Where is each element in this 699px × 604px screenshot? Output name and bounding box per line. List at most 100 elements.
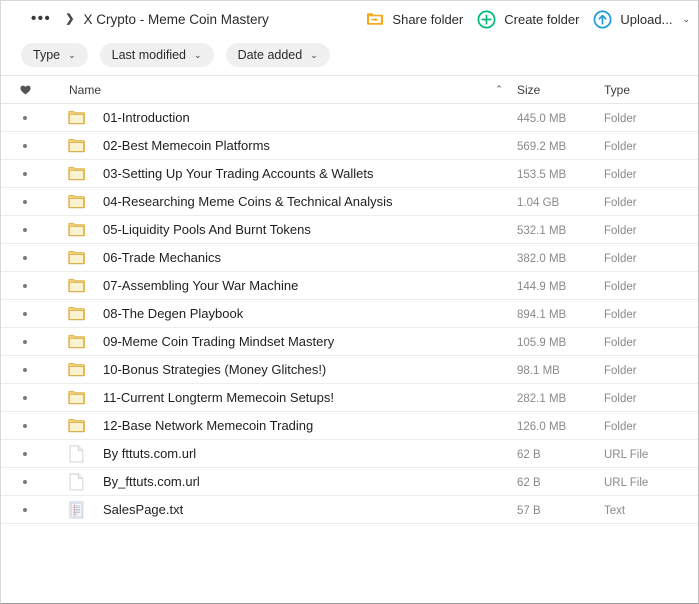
- table-row[interactable]: 05-Liquidity Pools And Burnt Tokens 532.1…: [1, 216, 698, 244]
- share-folder-icon: [366, 11, 384, 27]
- folder-icon: [67, 334, 85, 349]
- row-type-label: Folder: [604, 280, 637, 293]
- toolbar-actions: Share folder Create folder Upload... ⌄: [352, 1, 690, 37]
- row-name-cell[interactable]: 08-The Degen Playbook: [49, 306, 486, 321]
- row-type-cell: Text: [598, 501, 698, 519]
- row-name-label[interactable]: 07-Assembling Your War Machine: [103, 278, 298, 293]
- table-row[interactable]: 10-Bonus Strategies (Money Glitches!) 98.…: [1, 356, 698, 384]
- row-name-label[interactable]: 02-Best Memecoin Platforms: [103, 138, 270, 153]
- row-favorite-toggle[interactable]: [1, 143, 49, 148]
- row-name-label[interactable]: 06-Trade Mechanics: [103, 250, 221, 265]
- row-name-cell[interactable]: 11-Current Longterm Memecoin Setups!: [49, 390, 486, 405]
- table-row[interactable]: 12-Base Network Memecoin Trading 126.0 MB…: [1, 412, 698, 440]
- row-type-label: Folder: [604, 168, 637, 181]
- table-row[interactable]: By_fttuts.com.url 62 B URL File: [1, 468, 698, 496]
- folder-icon: [67, 250, 85, 265]
- row-name-cell[interactable]: By fttuts.com.url: [49, 445, 486, 463]
- table-row[interactable]: 11-Current Longterm Memecoin Setups! 282.…: [1, 384, 698, 412]
- row-favorite-toggle[interactable]: [1, 339, 49, 344]
- row-size-label: 144.9 MB: [517, 280, 567, 293]
- bullet-icon: [23, 451, 27, 456]
- row-type-cell: Folder: [598, 165, 698, 183]
- row-name-label[interactable]: 12-Base Network Memecoin Trading: [103, 418, 313, 433]
- row-name-cell[interactable]: 02-Best Memecoin Platforms: [49, 138, 486, 153]
- row-name-cell[interactable]: 10-Bonus Strategies (Money Glitches!): [49, 362, 486, 377]
- row-name-cell[interactable]: 03-Setting Up Your Trading Accounts & Wa…: [49, 166, 486, 181]
- table-row[interactable]: 02-Best Memecoin Platforms 569.2 MB Folder: [1, 132, 698, 160]
- row-size-label: 62 B: [517, 476, 541, 489]
- row-name-label[interactable]: 10-Bonus Strategies (Money Glitches!): [103, 362, 326, 377]
- row-favorite-toggle[interactable]: [1, 227, 49, 232]
- row-favorite-toggle[interactable]: [1, 311, 49, 316]
- table-row[interactable]: 01-Introduction 445.0 MB Folder: [1, 104, 698, 132]
- folder-icon: [67, 362, 85, 377]
- row-favorite-toggle[interactable]: [1, 255, 49, 260]
- row-type-label: URL File: [604, 476, 649, 489]
- chevron-down-icon: ⌄: [310, 49, 318, 60]
- size-column-header[interactable]: Size: [512, 81, 598, 99]
- row-name-cell[interactable]: 04-Researching Meme Coins & Technical An…: [49, 194, 486, 209]
- row-name-cell[interactable]: 07-Assembling Your War Machine: [49, 278, 486, 293]
- table-row[interactable]: 09-Meme Coin Trading Mindset Mastery 105.…: [1, 328, 698, 356]
- table-row[interactable]: 06-Trade Mechanics 382.0 MB Folder: [1, 244, 698, 272]
- row-favorite-toggle[interactable]: [1, 283, 49, 288]
- row-name-cell[interactable]: By_fttuts.com.url: [49, 473, 486, 491]
- breadcrumb-overflow-button[interactable]: •••: [29, 11, 53, 26]
- row-type-label: Folder: [604, 196, 637, 209]
- heart-icon[interactable]: [19, 85, 31, 95]
- row-name-cell[interactable]: 12-Base Network Memecoin Trading: [49, 418, 486, 433]
- row-type-cell: Folder: [598, 277, 698, 295]
- row-name-label[interactable]: 11-Current Longterm Memecoin Setups!: [103, 390, 334, 405]
- chevron-down-icon: ⌄: [194, 49, 202, 60]
- table-row[interactable]: 04-Researching Meme Coins & Technical An…: [1, 188, 698, 216]
- row-name-cell[interactable]: 09-Meme Coin Trading Mindset Mastery: [49, 334, 486, 349]
- row-name-label[interactable]: 03-Setting Up Your Trading Accounts & Wa…: [103, 166, 374, 181]
- row-name-label[interactable]: 01-Introduction: [103, 110, 190, 125]
- row-favorite-toggle[interactable]: [1, 479, 49, 484]
- row-favorite-toggle[interactable]: [1, 423, 49, 428]
- row-name-label[interactable]: 08-The Degen Playbook: [103, 306, 243, 321]
- table-row[interactable]: 07-Assembling Your War Machine 144.9 MB Fo…: [1, 272, 698, 300]
- row-favorite-toggle[interactable]: [1, 395, 49, 400]
- favorite-column-header[interactable]: [1, 85, 49, 95]
- upload-chevron-down-icon[interactable]: ⌄: [682, 14, 690, 24]
- row-name-cell[interactable]: 05-Liquidity Pools And Burnt Tokens: [49, 222, 486, 237]
- table-row[interactable]: SalesPage.txt 57 B Text: [1, 496, 698, 524]
- upload-button[interactable]: Upload...: [593, 10, 672, 29]
- row-name-label[interactable]: 05-Liquidity Pools And Burnt Tokens: [103, 222, 311, 237]
- share-folder-button[interactable]: Share folder: [366, 11, 463, 27]
- folder-icon: [67, 166, 85, 181]
- table-row[interactable]: By fttuts.com.url 62 B URL File: [1, 440, 698, 468]
- filter-date-added-button[interactable]: Date added ⌄: [225, 43, 330, 67]
- type-column-header[interactable]: Type: [598, 81, 698, 99]
- breadcrumb-current-folder[interactable]: X Crypto - Meme Coin Mastery: [83, 12, 268, 27]
- table-row[interactable]: 08-The Degen Playbook 894.1 MB Folder: [1, 300, 698, 328]
- sort-indicator[interactable]: ⌃: [486, 85, 512, 94]
- filter-last-modified-button[interactable]: Last modified ⌄: [99, 43, 214, 67]
- name-column-header[interactable]: Name: [49, 83, 486, 97]
- row-name-label[interactable]: 09-Meme Coin Trading Mindset Mastery: [103, 334, 334, 349]
- row-name-label[interactable]: By fttuts.com.url: [103, 446, 196, 461]
- chevron-up-icon[interactable]: ⌃: [495, 85, 503, 94]
- table-row[interactable]: 03-Setting Up Your Trading Accounts & Wa…: [1, 160, 698, 188]
- row-favorite-toggle[interactable]: [1, 199, 49, 204]
- row-favorite-toggle[interactable]: [1, 507, 49, 512]
- row-favorite-toggle[interactable]: [1, 115, 49, 120]
- row-favorite-toggle[interactable]: [1, 451, 49, 456]
- row-name-label[interactable]: 04-Researching Meme Coins & Technical An…: [103, 194, 393, 209]
- row-name-label[interactable]: By_fttuts.com.url: [103, 474, 200, 489]
- row-type-label: Folder: [604, 364, 637, 377]
- row-favorite-toggle[interactable]: [1, 367, 49, 372]
- row-favorite-toggle[interactable]: [1, 171, 49, 176]
- folder-icon: [67, 418, 85, 433]
- row-size-label: 126.0 MB: [517, 420, 567, 433]
- create-folder-button[interactable]: Create folder: [477, 10, 579, 29]
- bullet-icon: [23, 143, 27, 148]
- row-name-cell[interactable]: 01-Introduction: [49, 110, 486, 125]
- folder-icon: [67, 390, 85, 405]
- row-name-cell[interactable]: SalesPage.txt: [49, 501, 486, 519]
- row-name-label[interactable]: SalesPage.txt: [103, 502, 183, 517]
- filter-type-button[interactable]: Type ⌄: [21, 43, 88, 67]
- bullet-icon: [23, 339, 27, 344]
- row-name-cell[interactable]: 06-Trade Mechanics: [49, 250, 486, 265]
